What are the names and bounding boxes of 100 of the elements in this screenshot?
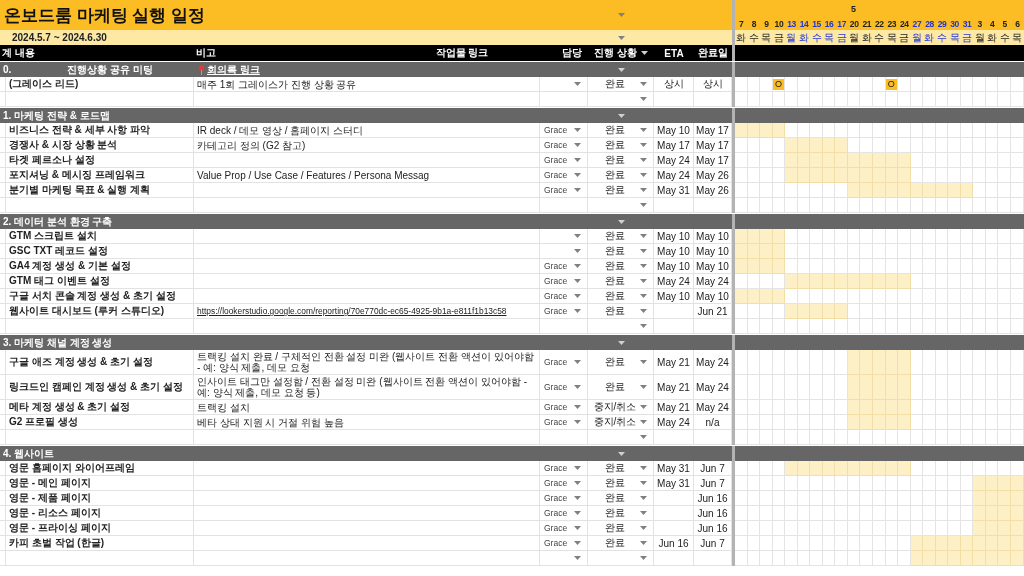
status-dropdown[interactable]: 완료 [588,289,654,304]
status-dropdown[interactable]: 완료 [588,153,654,168]
owner-dropdown[interactable]: Grace [540,536,588,551]
status-dropdown[interactable]: 완료 [588,375,654,400]
section-title: 0. [3,64,12,75]
caret-icon [640,51,648,55]
owner-dropdown[interactable]: Grace [540,350,588,375]
owner-dropdown[interactable]: Grace [540,168,588,183]
weekday-label: 수 [811,30,822,45]
caret-icon [574,496,581,500]
caret-icon [574,466,581,470]
status-dropdown[interactable]: 완료 [588,491,654,506]
status-dropdown[interactable]: 완료 [588,259,654,274]
owner-dropdown[interactable] [540,244,588,259]
status-dropdown[interactable] [588,430,654,445]
task-name: 포지셔닝 & 메시징 프레임워크 [9,168,145,182]
status-dropdown[interactable]: 완료 [588,123,654,138]
owner-dropdown[interactable]: Grace [540,521,588,536]
done-date: Jun 7 [700,477,725,489]
meeting-notes-link[interactable]: 회의록 링크 [207,62,260,77]
owner-dropdown[interactable]: Grace [540,506,588,521]
status-dropdown[interactable]: 완료 [588,461,654,476]
caret-icon [640,435,647,439]
status-dropdown[interactable] [588,551,654,566]
section-title: 3. 마케팅 채널 계정 생성 [3,335,113,350]
status-dropdown[interactable] [588,198,654,213]
eta-date: May 24 [657,169,690,181]
caret-icon [574,264,581,268]
status-dropdown[interactable] [588,92,654,107]
task-name: 영문 - 리소스 페이지 [9,506,101,520]
caret-icon [640,405,647,409]
owner-dropdown[interactable]: Grace [540,183,588,198]
owner-dropdown[interactable]: Grace [540,461,588,476]
table-cell [654,319,694,334]
status-dropdown[interactable]: 완료 [588,274,654,289]
day-number: 17 [837,18,846,29]
caret-icon [640,158,647,162]
weekday-label: 수 [937,30,947,45]
status-dropdown[interactable]: 완료 [588,168,654,183]
owner-dropdown[interactable]: Grace [540,138,588,153]
status-dropdown[interactable]: 완료 [588,304,654,319]
day-number: 14 [799,18,809,29]
done-date: May 24 [696,356,729,368]
status-dropdown[interactable]: 완료 [588,244,654,259]
day-number: 9 [764,18,769,29]
day-number: 29 [937,18,947,29]
owner-dropdown[interactable]: Grace [540,289,588,304]
day-number: 8 [751,18,756,29]
note-text: 카테고리 정의 (G2 참고) [197,138,306,152]
eta-date: May 24 [657,416,690,428]
task-name: GA4 계정 생성 & 기본 설정 [9,259,131,273]
owner-dropdown[interactable]: Grace [540,274,588,289]
status-dropdown[interactable]: 완료 [588,229,654,244]
status-dropdown[interactable]: 완료 [588,536,654,551]
owner-dropdown[interactable]: Grace [540,476,588,491]
owner-dropdown[interactable]: Grace [540,491,588,506]
date-range: 2024.5.7 ~ 2024.6.30 [12,32,107,43]
eta-date: May 31 [657,477,690,489]
owner-dropdown[interactable]: Grace [540,153,588,168]
done-date: May 26 [696,184,729,196]
status-dropdown[interactable]: 완료 [588,350,654,375]
eta-date: May 21 [657,381,690,393]
caret-icon [640,173,647,177]
owner-dropdown[interactable] [540,229,588,244]
status-dropdown[interactable]: 완료 [588,138,654,153]
done-date: May 17 [696,139,729,151]
column-header: 작업물 링크 [435,46,489,60]
caret-icon [574,188,581,192]
status-dropdown[interactable]: 중지/취소 [588,400,654,415]
owner-dropdown[interactable]: Grace [540,123,588,138]
owner-dropdown[interactable] [540,551,588,566]
owner-dropdown[interactable]: Grace [540,259,588,274]
status-dropdown[interactable] [588,319,654,334]
owner-dropdown[interactable]: Grace [540,304,588,319]
status-dropdown[interactable]: 완료 [588,77,654,92]
owner-dropdown[interactable]: Grace [540,400,588,415]
caret-icon [574,385,581,389]
owner-dropdown[interactable] [540,77,588,92]
report-link[interactable]: https://lookerstudio.google.com/reporting/70e770dc-ec65-4925-9b1a-e811f1b13c58 [197,306,507,316]
owner-dropdown[interactable]: Grace [540,375,588,400]
caret-icon [640,556,647,560]
status-dropdown[interactable]: 완료 [588,506,654,521]
status-dropdown[interactable]: 완료 [588,183,654,198]
caret-icon [574,173,581,177]
done-date: May 17 [696,154,729,166]
day-number: 22 [874,18,884,29]
status-dropdown[interactable]: 중지/취소 [588,415,654,430]
status-dropdown[interactable]: 완료 [588,476,654,491]
status-dropdown[interactable]: 완료 [588,521,654,536]
task-name: 영문 홈페이지 와이어프레임 [9,461,135,475]
eta-date: May 10 [657,124,690,136]
task-name: GTM 태그 이벤트 설정 [9,274,110,288]
section-title: 진행상황 공유 미팅 [67,62,153,77]
caret-icon [640,496,647,500]
task-name: 영문 - 제품 페이지 [9,491,91,505]
caret-icon [574,511,581,515]
owner-dropdown[interactable]: Grace [540,415,588,430]
caret-icon [617,219,625,224]
weekday-label: 화 [987,30,998,45]
sheet-title: 온보드룸 마케팅 실행 일정 [4,4,206,27]
